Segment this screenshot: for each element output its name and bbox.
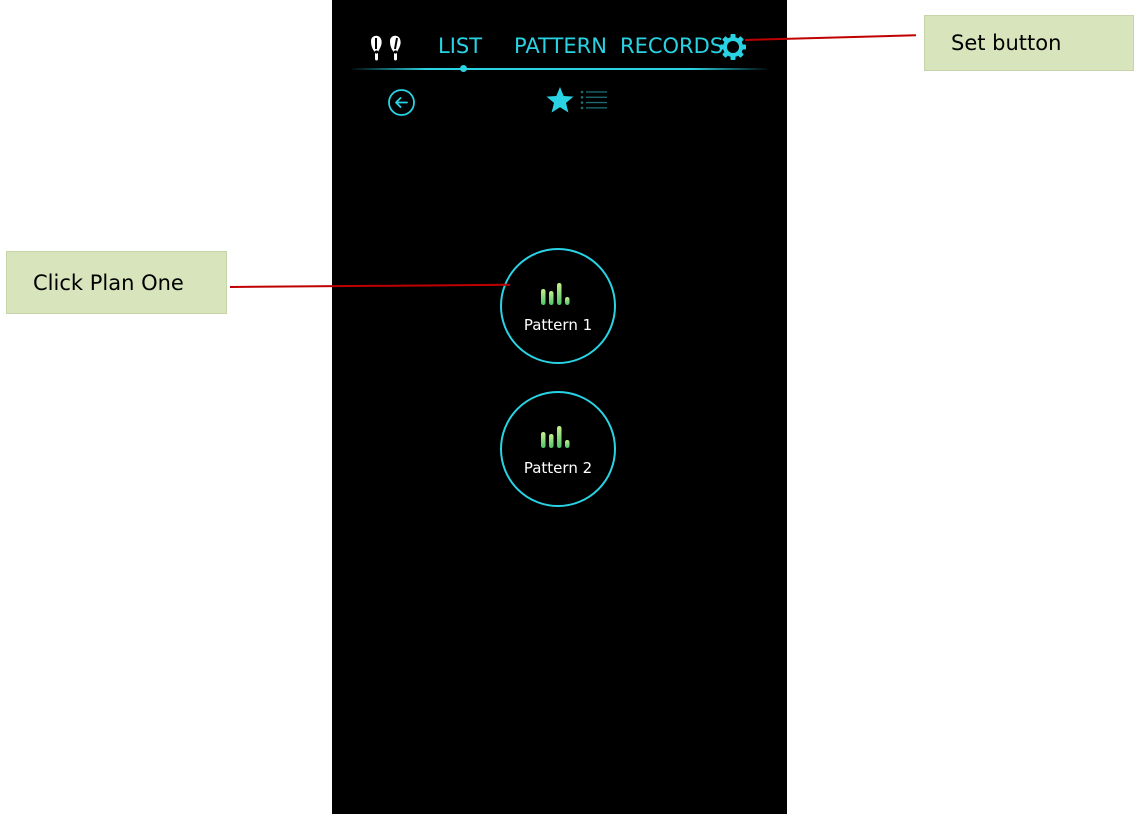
- set-button-callout: Set button: [924, 15, 1134, 71]
- tab-pattern[interactable]: PATTERN: [514, 34, 607, 58]
- earbuds-icon[interactable]: [368, 32, 412, 62]
- star-icon[interactable]: [545, 86, 575, 114]
- back-arrow-icon[interactable]: [387, 88, 416, 117]
- gear-icon[interactable]: [720, 34, 746, 60]
- phone-screen: LIST PATTERN RECORDS Pattern 1 Pattern 2: [332, 0, 787, 814]
- tab-list[interactable]: LIST: [438, 34, 482, 58]
- list-icon[interactable]: [580, 89, 608, 111]
- tab-records[interactable]: RECORDS: [620, 34, 723, 58]
- pattern-2-button[interactable]: Pattern 2: [500, 391, 616, 507]
- pattern-label: Pattern 1: [523, 316, 593, 334]
- bars-icon: [541, 426, 570, 448]
- click-plan-one-callout: Click Plan One: [6, 251, 227, 314]
- bars-icon: [541, 283, 570, 305]
- pattern-1-button[interactable]: Pattern 1: [500, 248, 616, 364]
- pattern-label: Pattern 2: [523, 459, 593, 477]
- active-tab-indicator: [460, 65, 467, 72]
- nav-underline: [352, 68, 767, 70]
